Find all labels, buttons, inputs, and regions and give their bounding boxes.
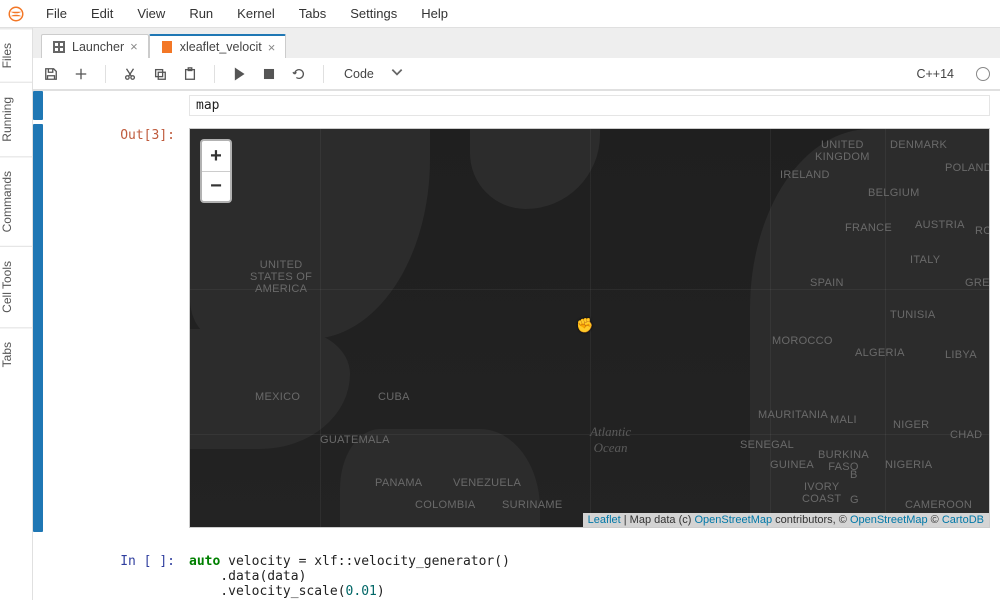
- save-icon[interactable]: [43, 66, 59, 82]
- separator: [105, 65, 106, 83]
- notebook-toolbar: Code C++14: [33, 58, 1000, 90]
- cell-gutter: [33, 550, 43, 600]
- sidebar-tab-files[interactable]: Files: [0, 28, 32, 82]
- zoom-in-button[interactable]: +: [202, 141, 230, 171]
- code-input[interactable]: auto velocity = xlf::velocity_generator(…: [189, 554, 990, 599]
- menubar: File Edit View Run Kernel Tabs Settings …: [0, 0, 1000, 28]
- cut-icon[interactable]: [122, 66, 138, 82]
- menu-edit[interactable]: Edit: [81, 2, 123, 25]
- close-icon[interactable]: ×: [268, 40, 276, 55]
- tab-launcher[interactable]: Launcher ×: [41, 34, 149, 58]
- input-prompt: In [ ]:: [43, 550, 183, 600]
- menu-kernel[interactable]: Kernel: [227, 2, 285, 25]
- cell-type-label: Code: [344, 67, 374, 81]
- document-tabstrip: Launcher × xleaflet_velocit ×: [33, 28, 1000, 58]
- left-sidebar: Files Running Commands Cell Tools Tabs: [0, 28, 33, 600]
- sidebar-tab-running[interactable]: Running: [0, 82, 32, 156]
- notebook-icon: [160, 40, 174, 54]
- menu-file[interactable]: File: [36, 2, 77, 25]
- run-icon[interactable]: [231, 66, 247, 82]
- cell-prompt: [43, 91, 183, 120]
- osm-link[interactable]: OpenStreetMap: [850, 514, 928, 526]
- kernel-name[interactable]: C++14: [916, 67, 954, 81]
- map-attribution: Leaflet | Map data (c) OpenStreetMap con…: [583, 513, 989, 527]
- notebook-area[interactable]: map Out[3]:: [33, 90, 1000, 600]
- menu-settings[interactable]: Settings: [340, 2, 407, 25]
- tab-label: Launcher: [72, 40, 124, 54]
- zoom-control: + −: [200, 139, 232, 203]
- separator: [323, 65, 324, 83]
- add-cell-icon[interactable]: [73, 66, 89, 82]
- tab-label: xleaflet_velocit: [180, 40, 262, 54]
- stop-icon[interactable]: [261, 66, 277, 82]
- sidebar-tab-commands[interactable]: Commands: [0, 156, 32, 246]
- restart-icon[interactable]: [291, 66, 307, 82]
- zoom-out-button[interactable]: −: [202, 171, 230, 201]
- cell-gutter: [33, 124, 43, 532]
- cell-type-select[interactable]: Code: [340, 65, 408, 82]
- osm-link[interactable]: OpenStreetMap: [694, 514, 772, 526]
- leaflet-link[interactable]: Leaflet: [588, 514, 621, 526]
- separator: [214, 65, 215, 83]
- menu-view[interactable]: View: [127, 2, 175, 25]
- kernel-status-icon[interactable]: [976, 67, 990, 81]
- leaflet-map[interactable]: UNITED STATES OF AMERICAMEXICOCUBAGUATEM…: [189, 128, 990, 528]
- sidebar-tab-celltools[interactable]: Cell Tools: [0, 246, 32, 327]
- launcher-icon: [52, 40, 66, 54]
- sidebar-tab-tabs[interactable]: Tabs: [0, 327, 32, 381]
- copy-icon[interactable]: [152, 66, 168, 82]
- output-prompt: Out[3]:: [43, 124, 183, 532]
- menu-run[interactable]: Run: [179, 2, 223, 25]
- close-icon[interactable]: ×: [130, 39, 138, 54]
- menu-tabs[interactable]: Tabs: [289, 2, 336, 25]
- chevron-down-icon: [390, 65, 404, 82]
- cartodb-link[interactable]: CartoDB: [942, 514, 984, 526]
- menu-help[interactable]: Help: [411, 2, 458, 25]
- tab-notebook[interactable]: xleaflet_velocit ×: [149, 34, 287, 58]
- cell-gutter: [33, 91, 43, 120]
- jupyter-logo: [6, 4, 26, 24]
- code-input[interactable]: map: [189, 95, 990, 116]
- paste-icon[interactable]: [182, 66, 198, 82]
